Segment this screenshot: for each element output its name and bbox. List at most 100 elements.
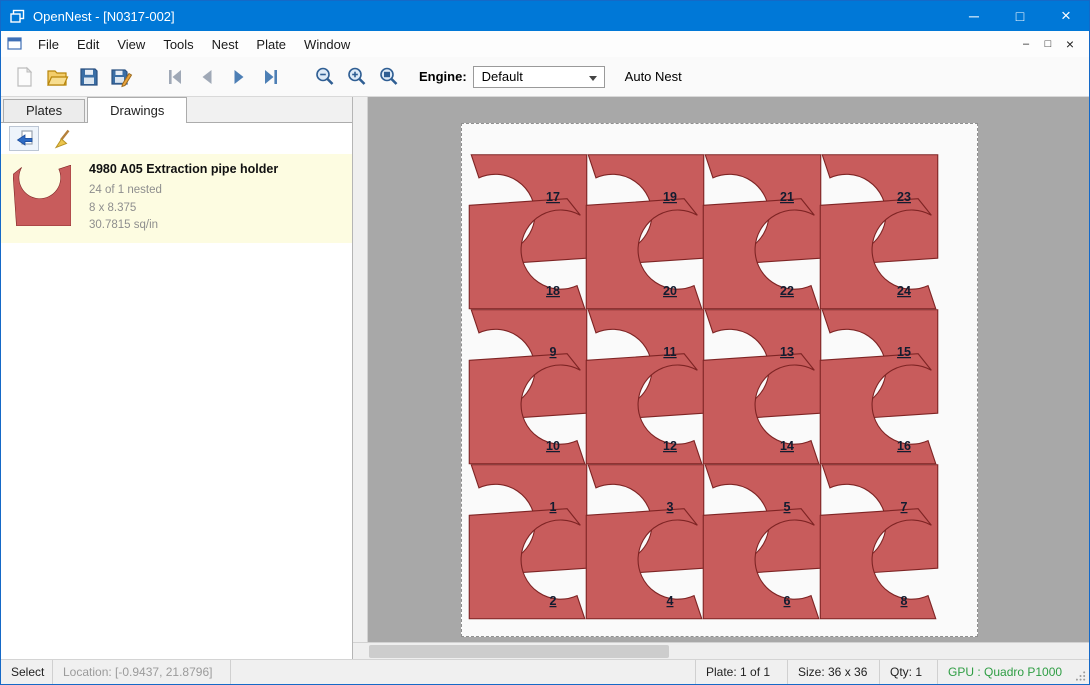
horizontal-scrollbar[interactable] — [353, 642, 1089, 659]
vertical-scrollbar[interactable] — [353, 97, 368, 642]
horizontal-scrollbar-thumb[interactable] — [369, 645, 669, 658]
nest-pair-3-4[interactable]: 34 — [586, 465, 704, 619]
statusbar: Select Location: [-0.9437, 21.8796] Plat… — [1, 659, 1089, 684]
status-mode: Select — [1, 660, 53, 684]
resize-grip[interactable] — [1073, 660, 1089, 684]
drawing-area: 30.7815 sq/in — [89, 217, 278, 234]
drawing-size: 8 x 8.375 — [89, 200, 278, 217]
app-window: OpenNest - [N0317-002] ─ □ × File Edit V… — [0, 0, 1090, 685]
zoom-out-button[interactable] — [309, 61, 341, 93]
nest-pair-13-14[interactable]: 13 14 — [703, 310, 821, 464]
open-button[interactable] — [41, 61, 73, 93]
part-number-18: 18 — [546, 284, 560, 298]
part-number-19: 19 — [663, 190, 677, 204]
zoom-window-button[interactable] — [373, 61, 405, 93]
part-number-22: 22 — [780, 284, 794, 298]
status-plate: Plate: 1 of 1 — [695, 660, 787, 684]
tab-plates[interactable]: Plates — [3, 99, 85, 122]
save-button[interactable] — [73, 61, 105, 93]
nav-last-icon — [260, 66, 282, 88]
auto-nest-button[interactable]: Auto Nest — [625, 69, 682, 84]
nest-pair-5-6[interactable]: 56 — [703, 465, 821, 619]
engine-value: Default — [482, 69, 523, 84]
main-toolbar: Engine: Default Auto Nest — [1, 57, 1089, 97]
new-button[interactable] — [9, 61, 41, 93]
part-number-10: 10 — [546, 439, 560, 453]
nest-pair-7-8[interactable]: 78 — [820, 465, 938, 619]
part-number-17: 17 — [546, 190, 560, 204]
resize-grip-icon — [1076, 670, 1086, 681]
new-file-icon — [13, 65, 37, 89]
mdi-close-button[interactable]: × — [1059, 34, 1081, 54]
menu-edit[interactable]: Edit — [68, 31, 108, 57]
part-number-9: 9 — [550, 345, 557, 359]
nest-pair-1-2[interactable]: 12 — [469, 465, 587, 619]
part-number-6: 6 — [784, 594, 791, 608]
part-number-2: 2 — [550, 594, 557, 608]
nav-last-button[interactable] — [255, 61, 287, 93]
nav-first-icon — [164, 66, 186, 88]
nest-pair-17-18[interactable]: 1718 — [469, 155, 587, 309]
minimize-button[interactable]: ─ — [951, 1, 997, 31]
nav-prev-button[interactable] — [191, 61, 223, 93]
status-size: Size: 36 x 36 — [787, 660, 879, 684]
nest-pair-11-12[interactable]: 1112 — [586, 310, 704, 464]
nest-drawing: 171819202122232491011121314151612345678 — [462, 124, 977, 636]
part-number-13: 13 — [780, 345, 794, 359]
tab-drawings[interactable]: Drawings — [87, 97, 187, 123]
part-number-8: 8 — [901, 594, 908, 608]
app-icon — [10, 9, 25, 24]
drawing-info: 4980 A05 Extraction pipe holder 24 of 1 … — [89, 161, 278, 234]
nav-next-button[interactable] — [223, 61, 255, 93]
drawing-title: 4980 A05 Extraction pipe holder — [89, 161, 278, 177]
menu-nest[interactable]: Nest — [203, 31, 248, 57]
zoom-in-icon — [345, 65, 369, 89]
menu-file[interactable]: File — [29, 31, 68, 57]
nest-pair-15-16[interactable]: 1516 — [820, 310, 938, 464]
menu-plate[interactable]: Plate — [247, 31, 295, 57]
nest-pair-21-22[interactable]: 2122 — [703, 155, 821, 309]
nest-pair-19-20[interactable]: 1920 — [586, 155, 704, 309]
part-number-3: 3 — [667, 500, 674, 514]
nest-pair-23-24[interactable]: 23 24 — [820, 155, 938, 309]
left-panel: Plates Drawings — [1, 97, 353, 659]
drawing-nested-count: 24 of 1 nested — [89, 182, 278, 199]
mdi-window-controls: – □ × — [1015, 34, 1081, 54]
tabstrip: Plates Drawings — [1, 97, 352, 123]
menu-window[interactable]: Window — [295, 31, 359, 57]
clear-drawings-button[interactable] — [49, 126, 79, 151]
close-button[interactable]: × — [1043, 1, 1089, 31]
engine-select[interactable]: Default — [473, 66, 605, 88]
part-thumbnail — [13, 161, 73, 234]
nest-pair-9-10[interactable]: 9 10 — [469, 310, 587, 464]
drawings-toolbar — [1, 123, 352, 154]
status-gpu: GPU : Quadro P1000 — [937, 660, 1073, 684]
maximize-button[interactable]: □ — [997, 1, 1043, 31]
replace-drawing-button[interactable] — [9, 126, 39, 151]
part-number-16: 16 — [897, 439, 911, 453]
drawing-list-item[interactable]: 4980 A05 Extraction pipe holder 24 of 1 … — [1, 154, 352, 243]
menu-view[interactable]: View — [108, 31, 154, 57]
status-location: Location: [-0.9437, 21.8796] — [53, 660, 231, 684]
part-number-23: 23 — [897, 190, 911, 204]
zoom-in-button[interactable] — [341, 61, 373, 93]
mdi-minimize-button[interactable]: – — [1015, 34, 1037, 54]
menu-tools[interactable]: Tools — [154, 31, 202, 57]
part-number-20: 20 — [663, 284, 677, 298]
main-area: Plates Drawings — [1, 97, 1089, 659]
mdi-child-icon[interactable] — [7, 37, 23, 51]
titlebar: OpenNest - [N0317-002] ─ □ × — [1, 1, 1089, 31]
part-number-24: 24 — [897, 284, 911, 298]
nav-first-button[interactable] — [159, 61, 191, 93]
menubar: File Edit View Tools Nest Plate Window –… — [1, 31, 1089, 57]
window-controls: ─ □ × — [951, 1, 1089, 31]
part-number-5: 5 — [784, 500, 791, 514]
engine-label: Engine: — [419, 69, 467, 84]
save-as-button[interactable] — [105, 61, 137, 93]
plate[interactable]: 171819202122232491011121314151612345678 — [461, 123, 978, 637]
part-number-14: 14 — [780, 439, 794, 453]
nest-canvas[interactable]: 171819202122232491011121314151612345678 — [353, 97, 1089, 659]
open-folder-icon — [45, 65, 69, 89]
mdi-restore-button[interactable]: □ — [1037, 34, 1059, 54]
save-as-icon — [109, 65, 133, 89]
